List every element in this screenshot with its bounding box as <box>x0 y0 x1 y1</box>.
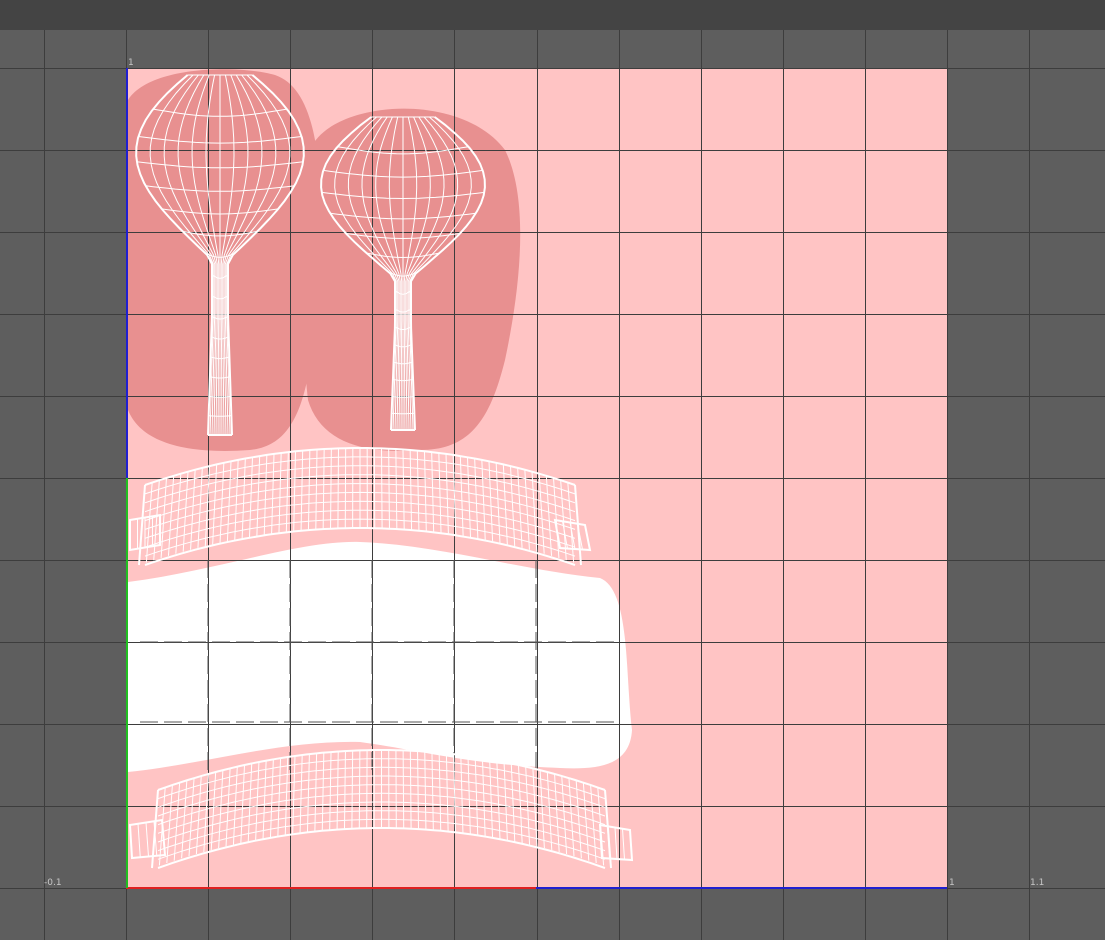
axis-label-v-one: 1 <box>128 58 134 68</box>
texture-unpainted-region <box>128 541 632 772</box>
axis-label-u-max: 1.1 <box>1030 878 1045 888</box>
uv-editor-viewport[interactable]: -0.1 1.1 1 1 <box>0 30 1105 940</box>
editor-title-bar <box>0 0 1105 31</box>
texture-ear-left-paint <box>128 69 321 451</box>
axis-label-u-one: 1 <box>949 878 955 888</box>
axis-label-u-min: -0.1 <box>44 878 62 888</box>
